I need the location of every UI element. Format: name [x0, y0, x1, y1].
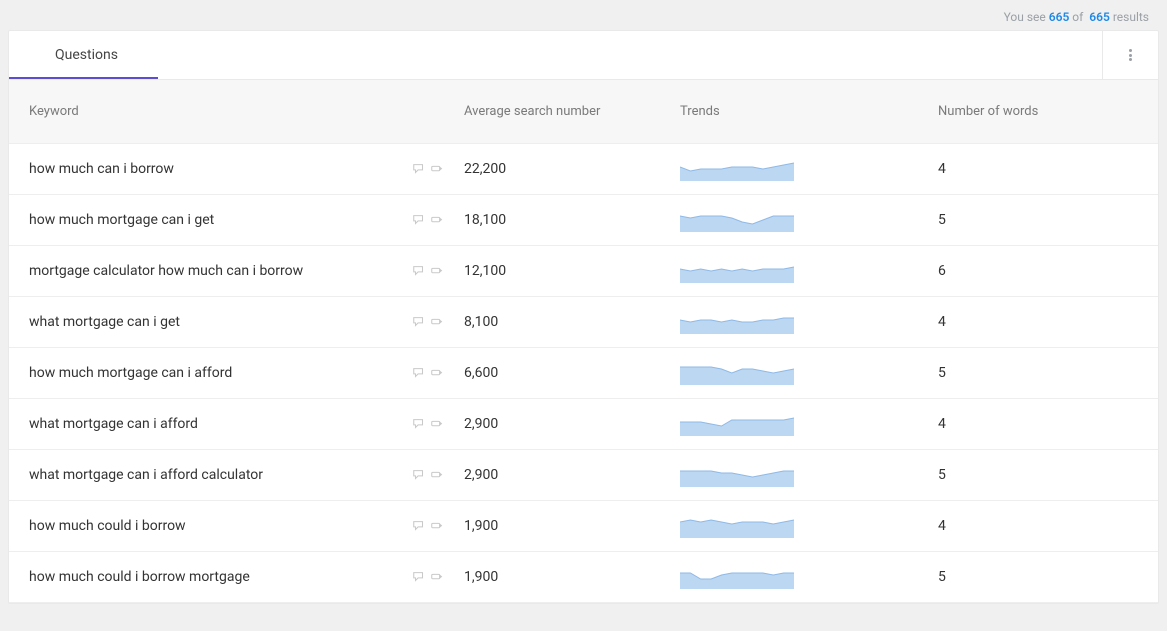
summary-prefix: You see: [1004, 10, 1046, 24]
avg-search-value: 22,200: [456, 161, 678, 177]
word-count-value: 5: [936, 569, 1158, 585]
comment-icon[interactable]: [412, 213, 426, 227]
word-count-value: 4: [936, 314, 1158, 330]
tag-icon[interactable]: [430, 519, 444, 533]
trend-sparkline: [680, 361, 794, 385]
tag-icon[interactable]: [430, 213, 444, 227]
word-count-value: 4: [936, 416, 1158, 432]
comment-icon[interactable]: [412, 264, 426, 278]
table-row[interactable]: how much could i borrow 1,900 4: [9, 501, 1158, 552]
results-panel: Questions Keyword Average search number …: [8, 30, 1159, 604]
comment-icon[interactable]: [412, 162, 426, 176]
summary-total: 665: [1089, 10, 1110, 24]
comment-icon[interactable]: [412, 468, 426, 482]
keyword-text: how much can i borrow: [29, 161, 174, 177]
word-count-value: 5: [936, 467, 1158, 483]
table-row[interactable]: what mortgage can i afford 2,900 4: [9, 399, 1158, 450]
table-row[interactable]: how much could i borrow mortgage 1,900 5: [9, 552, 1158, 603]
trend-sparkline: [680, 259, 794, 283]
avg-search-value: 2,900: [456, 416, 678, 432]
keyword-text: how much could i borrow mortgage: [29, 569, 250, 585]
keyword-text: how much mortgage can i afford: [29, 365, 232, 381]
avg-search-value: 1,900: [456, 569, 678, 585]
table-row[interactable]: what mortgage can i get 8,100 4: [9, 297, 1158, 348]
comment-icon[interactable]: [412, 366, 426, 380]
comment-icon[interactable]: [412, 570, 426, 584]
trend-sparkline: [680, 208, 794, 232]
table-header: Keyword Average search number Trends Num…: [9, 80, 1158, 144]
tag-icon[interactable]: [430, 366, 444, 380]
table-body: how much can i borrow 22,200 4 how much mor…: [9, 144, 1158, 603]
word-count-value: 4: [936, 161, 1158, 177]
keyword-text: what mortgage can i get: [29, 314, 180, 330]
avg-search-value: 2,900: [456, 467, 678, 483]
avg-search-value: 12,100: [456, 263, 678, 279]
kebab-icon: [1129, 48, 1132, 63]
summary-of: of: [1072, 10, 1083, 24]
keyword-text: how much could i borrow: [29, 518, 186, 534]
trend-sparkline: [680, 412, 794, 436]
trend-sparkline: [680, 310, 794, 334]
keyword-text: how much mortgage can i get: [29, 212, 214, 228]
avg-search-value: 6,600: [456, 365, 678, 381]
tag-icon[interactable]: [430, 264, 444, 278]
word-count-value: 5: [936, 365, 1158, 381]
col-header-keyword[interactable]: Keyword: [9, 104, 456, 119]
tag-icon[interactable]: [430, 468, 444, 482]
col-header-trends[interactable]: Trends: [678, 104, 936, 119]
table-row[interactable]: how much mortgage can i get 18,100 5: [9, 195, 1158, 246]
summary-suffix: results: [1113, 10, 1149, 24]
table-row[interactable]: how much mortgage can i afford 6,600 5: [9, 348, 1158, 399]
keyword-text: what mortgage can i afford calculator: [29, 467, 263, 483]
word-count-value: 6: [936, 263, 1158, 279]
trend-sparkline: [680, 514, 794, 538]
comment-icon[interactable]: [412, 417, 426, 431]
trend-sparkline: [680, 157, 794, 181]
tag-icon[interactable]: [430, 570, 444, 584]
comment-icon[interactable]: [412, 315, 426, 329]
tag-icon[interactable]: [430, 417, 444, 431]
table-row[interactable]: mortgage calculator how much can i borro…: [9, 246, 1158, 297]
table-row[interactable]: how much can i borrow 22,200 4: [9, 144, 1158, 195]
tag-icon[interactable]: [430, 315, 444, 329]
tag-icon[interactable]: [430, 162, 444, 176]
tab-questions[interactable]: Questions: [9, 31, 158, 79]
summary-shown: 665: [1049, 10, 1070, 24]
avg-search-value: 18,100: [456, 212, 678, 228]
word-count-value: 5: [936, 212, 1158, 228]
trend-sparkline: [680, 565, 794, 589]
avg-search-value: 1,900: [456, 518, 678, 534]
col-header-words[interactable]: Number of words: [936, 104, 1158, 119]
keyword-text: mortgage calculator how much can i borro…: [29, 263, 303, 279]
results-summary: You see 665 of 665 results: [0, 0, 1167, 30]
table-row[interactable]: what mortgage can i afford calculator 2,9…: [9, 450, 1158, 501]
comment-icon[interactable]: [412, 519, 426, 533]
word-count-value: 4: [936, 518, 1158, 534]
col-header-avg[interactable]: Average search number: [456, 104, 678, 119]
avg-search-value: 8,100: [456, 314, 678, 330]
trend-sparkline: [680, 463, 794, 487]
tabs-row: Questions: [9, 31, 1158, 80]
keyword-text: what mortgage can i afford: [29, 416, 198, 432]
more-options-button[interactable]: [1102, 31, 1158, 79]
